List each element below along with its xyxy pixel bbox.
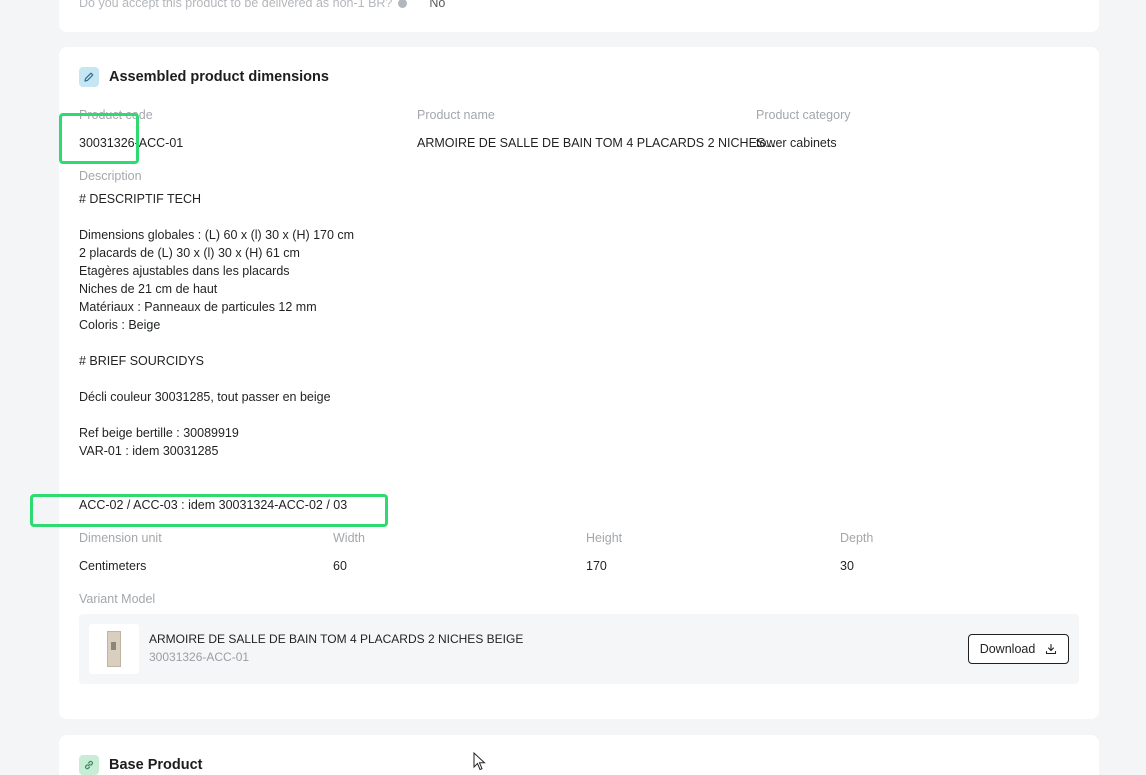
description-line: # DESCRIPTIF TECH	[79, 192, 202, 206]
page: Do you accept this product to be deliver…	[0, 0, 1146, 775]
description-line: Dimensions globales : (L) 60 x (l) 30 x …	[79, 228, 355, 242]
assembled-dimensions-card: Assembled product dimensions Product cod…	[59, 47, 1099, 719]
delivery-question: Do you accept this product to be deliver…	[79, 0, 393, 10]
card-title: Base Product	[109, 757, 203, 773]
description-line: 2 placards de (L) 30 x (l) 30 x (H) 61 c…	[79, 246, 300, 260]
mouse-cursor-icon	[473, 752, 486, 771]
description-line	[79, 370, 354, 388]
cabinet-image	[107, 631, 121, 667]
height-label: Height	[586, 531, 623, 545]
delivery-answer: No	[429, 0, 446, 10]
description-line: # BRIEF SOURCIDYS	[79, 354, 205, 368]
variant-code: 30031326-ACC-01	[149, 650, 250, 664]
pencil-icon	[79, 67, 99, 87]
download-icon	[1046, 643, 1057, 655]
description-line: ACC-02 / ACC-03 : idem 30031324-ACC-02 /…	[79, 498, 348, 512]
download-button[interactable]: Download	[968, 634, 1069, 664]
info-icon[interactable]	[398, 0, 408, 8]
product-category-label: Product category	[756, 108, 851, 122]
depth-value: 30	[840, 559, 854, 573]
description-line	[79, 334, 354, 352]
description-line: VAR-01 : idem 30031285	[79, 444, 219, 458]
product-category-value: tower cabinets	[756, 136, 837, 150]
product-name-value: ARMOIRE DE SALLE DE BAIN TOM 4 PLACARDS …	[417, 136, 776, 150]
description-text: # DESCRIPTIF TECH Dimensions globales : …	[79, 190, 354, 514]
card-header: Assembled product dimensions	[79, 67, 329, 87]
depth-label: Depth	[840, 531, 874, 545]
variant-name: ARMOIRE DE SALLE DE BAIN TOM 4 PLACARDS …	[149, 632, 524, 646]
description-line: Etagères ajustables dans les placards	[79, 264, 290, 278]
delivery-question-row: Do you accept this product to be deliver…	[79, 0, 445, 10]
variant-thumbnail	[89, 624, 139, 674]
link-icon	[79, 755, 99, 775]
product-name-label: Product name	[417, 108, 495, 122]
description-line: Niches de 21 cm de haut	[79, 282, 218, 296]
variant-model-item: ARMOIRE DE SALLE DE BAIN TOM 4 PLACARDS …	[79, 614, 1079, 684]
download-label: Download	[979, 642, 1036, 656]
variant-model-label: Variant Model	[79, 592, 156, 606]
product-code-label: Product code	[79, 108, 153, 122]
base-product-card: Base Product	[59, 735, 1099, 775]
card-title: Assembled product dimensions	[109, 69, 329, 85]
description-line: Matériaux : Panneaux de particules 12 mm	[79, 300, 317, 314]
description-line	[79, 460, 354, 478]
width-label: Width	[333, 531, 365, 545]
description-line: Ref beige bertille : 30089919	[79, 426, 239, 440]
width-value: 60	[333, 559, 347, 573]
dimension-unit-label: Dimension unit	[79, 531, 162, 545]
card-header: Base Product	[79, 755, 202, 775]
description-line: Coloris : Beige	[79, 318, 161, 332]
dimension-unit-value: Centimeters	[79, 559, 147, 573]
description-line	[79, 478, 354, 496]
description-line: Décli couleur 30031285, tout passer en b…	[79, 390, 331, 404]
description-line	[79, 208, 354, 226]
description-line	[79, 406, 354, 424]
delivery-card: Do you accept this product to be deliver…	[59, 0, 1099, 32]
height-value: 170	[586, 559, 607, 573]
description-label: Description	[79, 169, 142, 183]
product-code-value: 30031326-ACC-01	[79, 136, 184, 150]
